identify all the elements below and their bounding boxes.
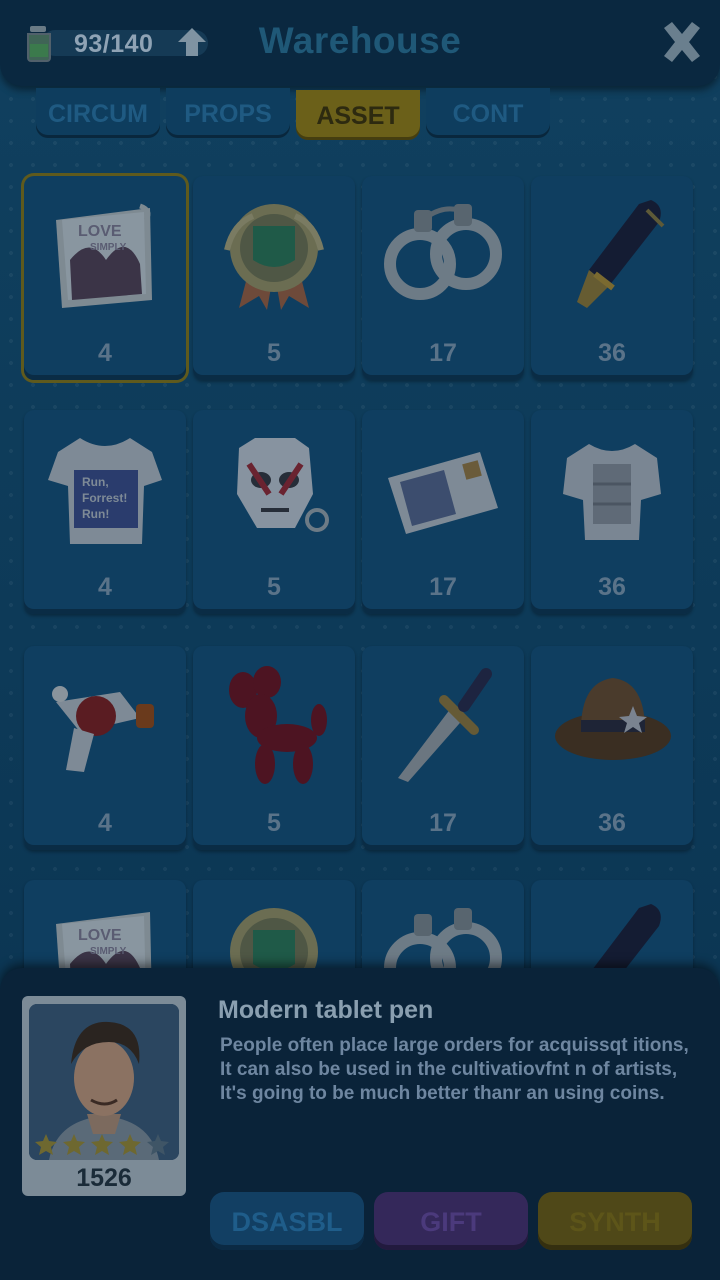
character-card[interactable]: 1526 (22, 996, 186, 1196)
item-quantity: 4 (98, 809, 112, 837)
cowboy-hat-icon (555, 678, 671, 760)
item-cell-raygun[interactable]: 4 (24, 646, 186, 850)
tab-asset[interactable]: ASSET (296, 90, 420, 140)
item-quantity: 17 (429, 339, 457, 367)
item-quantity: 36 (598, 573, 626, 601)
item-cell-postcard[interactable]: 17 (362, 410, 524, 614)
tshirt-icon: Run, Forrest! Run! (48, 438, 162, 544)
svg-text:LOVE: LOVE (78, 927, 122, 944)
close-icon[interactable] (658, 20, 706, 64)
svg-text:LOVE: LOVE (78, 223, 122, 240)
ray-gun-icon (52, 686, 154, 772)
dagger-icon (398, 668, 492, 782)
poster-icon: LOVE SIMPLY (56, 203, 152, 308)
item-quantity: 5 (267, 339, 281, 367)
handcuffs-icon (384, 204, 502, 300)
synth-button[interactable]: SYNTH (538, 1192, 692, 1250)
item-cell-mask[interactable]: 5 (193, 410, 355, 614)
item-quantity: 36 (598, 809, 626, 837)
svg-text:Forrest!: Forrest! (82, 491, 127, 505)
item-name: Modern tablet pen (218, 996, 434, 1024)
mask-icon (237, 438, 329, 532)
item-cell-pen[interactable]: 36 (531, 176, 693, 380)
item-description: People often place large orders for acqu… (220, 1035, 689, 1104)
medal-icon (224, 204, 324, 310)
tab-props[interactable]: PROPS (166, 88, 290, 138)
svg-text:Run,: Run, (82, 475, 109, 489)
character-value: 1526 (76, 1164, 132, 1192)
header-bar: 93/140 Warehouse (0, 0, 720, 86)
item-quantity: 5 (267, 573, 281, 601)
item-quantity: 4 (98, 339, 112, 367)
fountain-pen-icon (577, 200, 665, 308)
item-cell-poster[interactable]: LOVE SIMPLY 4 (24, 176, 186, 380)
item-cell-handcuffs[interactable]: 17 (362, 176, 524, 380)
balloon-dog-icon (229, 666, 327, 784)
item-cell-balloon-dog[interactable]: 5 (193, 646, 355, 850)
item-cell-dagger[interactable]: 17 (362, 646, 524, 850)
item-quantity: 5 (267, 809, 281, 837)
tab-circum[interactable]: CIRCUM (36, 88, 160, 138)
star-rating (35, 1134, 169, 1155)
svg-text:SIMPLY: SIMPLY (90, 946, 127, 957)
gift-button[interactable]: GIFT (374, 1192, 528, 1250)
postcard-icon (388, 452, 498, 534)
item-quantity: 17 (429, 809, 457, 837)
page-title: Warehouse (258, 20, 462, 61)
item-quantity: 17 (429, 573, 457, 601)
item-quantity: 4 (98, 573, 112, 601)
svg-text:SIMPLY: SIMPLY (90, 242, 127, 253)
item-cell-cowboy-hat[interactable]: 36 (531, 646, 693, 850)
tab-cont[interactable]: CONT (426, 88, 550, 138)
svg-text:Run!: Run! (82, 507, 109, 521)
item-cell-tshirt[interactable]: Run, Forrest! Run! 4 (24, 410, 186, 614)
item-cell-medal[interactable]: 5 (193, 176, 355, 380)
dismantle-button[interactable]: DSASBL (210, 1192, 364, 1250)
item-quantity: 36 (598, 339, 626, 367)
armor-icon (563, 444, 661, 540)
item-cell-armor[interactable]: 36 (531, 410, 693, 614)
